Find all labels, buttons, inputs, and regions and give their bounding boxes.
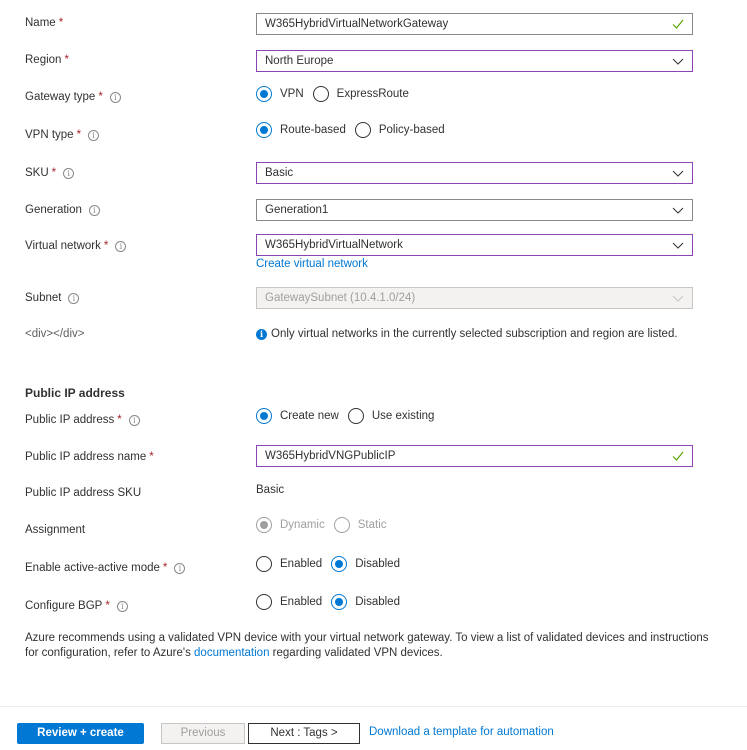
name-input[interactable]: W365HybridVirtualNetworkGateway	[256, 13, 693, 35]
chevron-down-icon	[672, 295, 684, 302]
previous-button: Previous	[161, 723, 245, 744]
radio-vpn[interactable]: VPN	[256, 86, 304, 102]
gateway-type-label: Gateway type * i	[25, 91, 121, 103]
vpn-type-radio-group: Route-based Policy-based	[256, 122, 454, 138]
active-active-radio-group: Enabled Disabled	[256, 556, 409, 572]
subnet-dropdown: GatewaySubnet (10.4.1.0/24)	[256, 287, 693, 309]
info-filled-icon: i	[256, 329, 267, 340]
sku-label: SKU * i	[25, 167, 75, 179]
subnet-label: Subnet i	[25, 292, 80, 304]
generation-label: Generation i	[25, 204, 100, 216]
virtual-network-dropdown[interactable]: W365HybridVirtualNetwork	[256, 234, 693, 256]
radio-active-active-enabled[interactable]: Enabled	[256, 556, 322, 572]
radio-static: Static	[333, 517, 387, 533]
assignment-radio-group: Dynamic Static	[256, 517, 396, 533]
chevron-down-icon	[672, 207, 684, 214]
info-icon[interactable]: i	[128, 415, 140, 426]
radio-create-new[interactable]: Create new	[256, 408, 339, 424]
gateway-type-radio-group: VPN ExpressRoute	[256, 86, 418, 102]
generation-dropdown[interactable]: Generation1	[256, 199, 693, 221]
bgp-label: Configure BGP * i	[25, 600, 128, 612]
radio-route-based[interactable]: Route-based	[256, 122, 346, 138]
chevron-down-icon	[672, 242, 684, 249]
radio-bgp-disabled[interactable]: Disabled	[331, 594, 400, 610]
review-create-button[interactable]: Review + create	[17, 723, 144, 744]
subscription-note: i Only virtual networks in the currently …	[256, 327, 696, 342]
radio-active-active-disabled[interactable]: Disabled	[331, 556, 400, 572]
sku-dropdown[interactable]: Basic	[256, 162, 693, 184]
info-icon[interactable]: i	[115, 241, 127, 252]
public-ip-sku-value: Basic	[256, 484, 285, 496]
radio-policy-based[interactable]: Policy-based	[354, 122, 445, 138]
create-virtual-network-link[interactable]: Create virtual network	[256, 258, 368, 270]
download-template-link[interactable]: Download a template for automation	[369, 726, 554, 738]
info-icon[interactable]: i	[174, 563, 186, 574]
region-dropdown[interactable]: North Europe	[256, 50, 693, 72]
public-ip-sku-label: Public IP address SKU	[25, 487, 142, 499]
info-icon[interactable]: i	[88, 130, 100, 141]
checkmark-icon	[672, 19, 684, 29]
vpn-type-label: VPN type * i	[25, 129, 100, 141]
footer-divider	[0, 706, 747, 707]
recommendation-text: Azure recommends using a validated VPN d…	[25, 632, 709, 659]
public-ip-address-label: Public IP address * i	[25, 414, 140, 426]
info-icon[interactable]: i	[88, 205, 100, 216]
public-ip-name-label: Public IP address name *	[25, 451, 154, 463]
chevron-down-icon	[672, 58, 684, 65]
virtual-network-label: Virtual network * i	[25, 240, 127, 252]
radio-expressroute[interactable]: ExpressRoute	[312, 86, 409, 102]
info-icon[interactable]: i	[109, 92, 121, 103]
radio-dynamic: Dynamic	[256, 517, 325, 533]
info-icon[interactable]: i	[63, 168, 75, 179]
div-label: <div></div>	[25, 328, 85, 340]
name-label: Name *	[25, 17, 64, 29]
checkmark-icon	[672, 451, 684, 461]
chevron-down-icon	[672, 170, 684, 177]
info-icon[interactable]: i	[116, 601, 128, 612]
radio-use-existing[interactable]: Use existing	[347, 408, 434, 424]
public-ip-name-input[interactable]: W365HybridVNGPublicIP	[256, 445, 693, 467]
next-tags-button[interactable]: Next : Tags >	[248, 723, 360, 744]
active-active-label: Enable active-active mode * i	[25, 562, 186, 574]
info-icon[interactable]: i	[68, 293, 80, 304]
public-ip-section-title: Public IP address	[25, 386, 125, 400]
bgp-radio-group: Enabled Disabled	[256, 594, 409, 610]
public-ip-radio-group: Create new Use existing	[256, 408, 443, 424]
assignment-label: Assignment	[25, 524, 86, 536]
documentation-link[interactable]: documentation	[194, 647, 269, 659]
radio-bgp-enabled[interactable]: Enabled	[256, 594, 322, 610]
region-label: Region *	[25, 54, 69, 66]
